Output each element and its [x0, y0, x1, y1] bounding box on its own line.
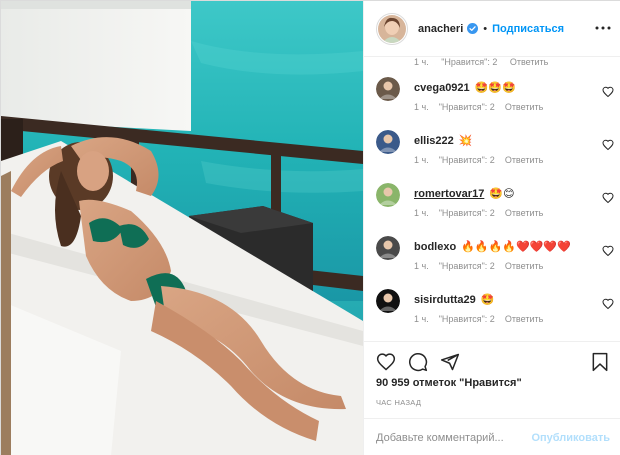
avatar-face: [383, 81, 393, 91]
reply-button[interactable]: Ответить: [505, 314, 543, 324]
commenter-username[interactable]: bodlexo: [414, 241, 456, 253]
publish-button[interactable]: Опубликовать: [531, 432, 610, 444]
comment-form: Опубликовать: [364, 418, 620, 455]
comment-text: sisirdutta29 🤩: [414, 293, 495, 306]
reply-button[interactable]: Ответить: [505, 261, 543, 271]
comment-like-heart-icon[interactable]: [602, 139, 614, 151]
comment-meta: 1 ч. "Нравится": 2 Ответить: [414, 208, 553, 218]
comment-time[interactable]: 1 ч.: [414, 261, 429, 271]
comment-item: ellis222 💥 1 ч. "Нравится": 2 Ответить: [376, 130, 616, 180]
comment-like-count[interactable]: "Нравится": 2: [441, 57, 497, 67]
comment-time[interactable]: 1 ч.: [414, 208, 429, 218]
avatar-face: [383, 187, 393, 197]
comment-like-count[interactable]: "Нравится": 2: [439, 155, 495, 165]
avatar-face: [383, 134, 393, 144]
verified-badge-icon: [467, 23, 479, 34]
comment-time[interactable]: 1 ч.: [414, 102, 429, 112]
commenter-username[interactable]: romertovar17: [414, 188, 484, 200]
comment-like-heart-icon[interactable]: [602, 86, 614, 98]
commenter-username[interactable]: ellis222: [414, 135, 454, 147]
comment-item: romertovar17 🤩😊 1 ч. "Нравится": 2 Ответить: [376, 183, 616, 233]
follow-button[interactable]: Подписаться: [492, 23, 564, 35]
comment-text: bodlexo 🔥🔥🔥🔥❤️❤️❤️❤️: [414, 240, 571, 253]
comment-meta: 1 ч. "Нравится": 2 Ответить: [414, 261, 553, 271]
comment-time[interactable]: 1 ч.: [414, 155, 429, 165]
partial-comment-meta: 1 ч. "Нравится": 2 Ответить: [414, 57, 558, 67]
comment-text: romertovar17 🤩😊: [414, 187, 515, 200]
comment-meta: 1 ч. "Нравится": 2 Ответить: [414, 314, 553, 324]
comment-time: 1 ч.: [414, 57, 429, 67]
comment-body: 🤩🤩🤩: [474, 82, 516, 94]
commenter-username[interactable]: cvega0921: [414, 82, 470, 94]
post-sidebar: anacheri • Подписаться 1 ч. "Нравится": …: [363, 1, 620, 455]
post-photo[interactable]: [1, 1, 363, 455]
comment-like-count[interactable]: "Нравится": 2: [439, 208, 495, 218]
commenter-avatar[interactable]: [376, 183, 400, 207]
reply-button[interactable]: Ответить: [505, 155, 543, 165]
bookmark-icon[interactable]: [590, 352, 610, 372]
author-avatar[interactable]: [376, 12, 408, 45]
like-count[interactable]: 90 959 отметок "Нравится": [376, 377, 522, 389]
comment-like-count[interactable]: "Нравится": 2: [439, 261, 495, 271]
comment-body: 🤩: [480, 294, 495, 306]
comment-body: 🤩😊: [489, 188, 515, 200]
comment-like-heart-icon[interactable]: [602, 298, 614, 310]
instagram-post-modal: anacheri • Подписаться 1 ч. "Нравится": …: [0, 0, 620, 455]
post-time[interactable]: час назад: [376, 398, 421, 407]
commenter-avatar[interactable]: [376, 77, 400, 101]
commenter-username[interactable]: sisirdutta29: [414, 294, 476, 306]
reply-button[interactable]: Ответить: [505, 102, 543, 112]
share-icon[interactable]: [440, 352, 460, 372]
reply-button[interactable]: Ответить: [510, 57, 548, 67]
author-username[interactable]: anacheri: [418, 23, 463, 35]
comment-item: sisirdutta29 🤩 1 ч. "Нравится": 2 Ответить: [376, 289, 616, 339]
header-separator: •: [483, 22, 488, 35]
comment-text: cvega0921 🤩🤩🤩: [414, 81, 516, 94]
avatar-image: [378, 14, 406, 43]
comment-meta: 1 ч. "Нравится": 2 Ответить: [414, 102, 553, 112]
comment-body: 💥: [458, 135, 473, 147]
post-actions: [364, 341, 620, 382]
comments-list[interactable]: 1 ч. "Нравится": 2 Ответить cvega0921 🤩🤩…: [364, 57, 620, 341]
comment-item: cvega0921 🤩🤩🤩 1 ч. "Нравится": 2 Ответить: [376, 77, 616, 127]
commenter-avatar[interactable]: [376, 236, 400, 260]
comment-icon[interactable]: [408, 352, 428, 372]
post-photo-illustration: [1, 1, 363, 455]
avatar-face: [383, 240, 393, 250]
comment-time[interactable]: 1 ч.: [414, 314, 429, 324]
comment-like-heart-icon[interactable]: [602, 245, 614, 257]
commenter-avatar[interactable]: [376, 130, 400, 154]
more-options-icon[interactable]: [595, 21, 611, 35]
comment-like-count[interactable]: "Нравится": 2: [439, 102, 495, 112]
comment-input[interactable]: [376, 431, 532, 444]
comment-body: 🔥🔥🔥🔥❤️❤️❤️❤️: [461, 241, 571, 253]
reply-button[interactable]: Ответить: [505, 208, 543, 218]
avatar-face: [383, 293, 393, 303]
heart-icon[interactable]: [376, 352, 396, 372]
post-header: anacheri • Подписаться: [364, 1, 620, 57]
commenter-avatar[interactable]: [376, 289, 400, 313]
comment-like-count[interactable]: "Нравится": 2: [439, 314, 495, 324]
comment-item: bodlexo 🔥🔥🔥🔥❤️❤️❤️❤️ 1 ч. "Нравится": 2 Отв…: [376, 236, 616, 286]
comment-text: ellis222 💥: [414, 134, 473, 147]
comment-meta: 1 ч. "Нравится": 2 Ответить: [414, 155, 553, 165]
comment-like-heart-icon[interactable]: [602, 192, 614, 204]
